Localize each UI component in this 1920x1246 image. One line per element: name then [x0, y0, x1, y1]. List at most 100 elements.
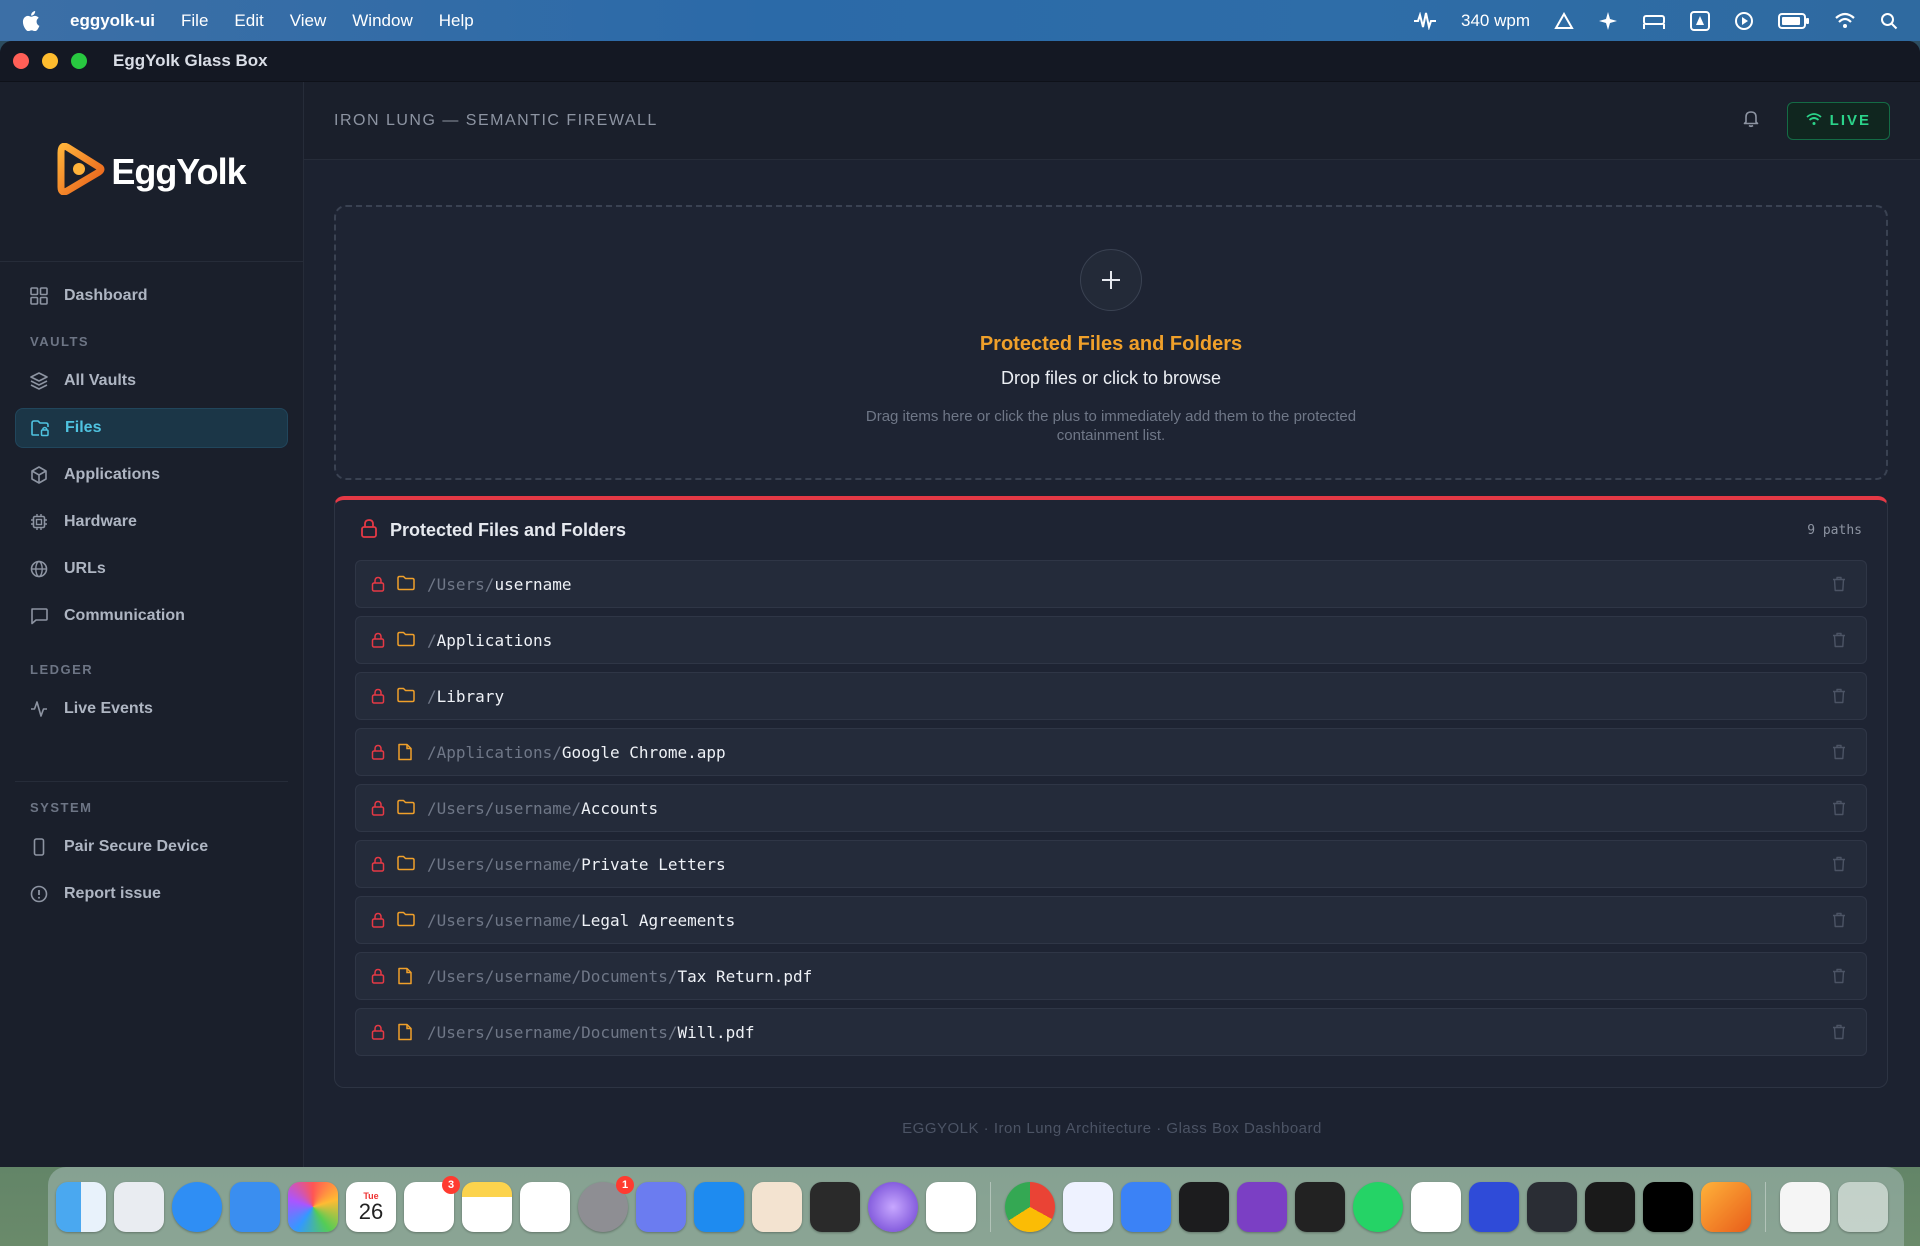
battery-icon[interactable]	[1778, 12, 1810, 30]
freeform-icon[interactable]	[520, 1181, 570, 1232]
sidebar-item-live-events[interactable]: Live Events	[15, 689, 288, 729]
launchpad-icon[interactable]	[114, 1181, 164, 1232]
reminders-icon[interactable]: 3	[404, 1175, 460, 1232]
protected-paths-panel: Protected Files and Folders 9 paths /Use…	[334, 496, 1888, 1088]
live-label: LIVE	[1829, 112, 1871, 129]
path-name: Tax Return.pdf	[677, 966, 813, 986]
table-row[interactable]: /Users/username/Documents/Tax Return.pdf	[355, 952, 1867, 1000]
table-row[interactable]: /Users/username/Private Letters	[355, 840, 1867, 888]
keychain-icon[interactable]	[1295, 1181, 1345, 1232]
sidebar-nav: Dashboard VAULTS All Vaults Files Applic…	[0, 262, 303, 914]
waveform-app-icon[interactable]	[1469, 1181, 1519, 1232]
dark-triangle-app-icon[interactable]	[1527, 1181, 1577, 1232]
spotlight-search-icon[interactable]	[1880, 12, 1898, 30]
trash-icon[interactable]	[1832, 688, 1846, 704]
minimize-window-button[interactable]	[42, 53, 58, 69]
sidebar-item-dashboard[interactable]: Dashboard	[15, 276, 288, 316]
sidebar-divider	[15, 781, 288, 782]
sidebar-item-report-issue[interactable]: Report issue	[15, 874, 288, 914]
menu-view[interactable]: View	[290, 11, 327, 31]
menu-file[interactable]: File	[181, 11, 208, 31]
dropzone-title: Protected Files and Folders	[979, 333, 1243, 355]
lock-icon	[371, 968, 385, 984]
play-circle-icon[interactable]	[1734, 11, 1754, 31]
trash-icon[interactable]	[1838, 1181, 1888, 1232]
mail-icon[interactable]	[230, 1181, 280, 1232]
trash-icon[interactable]	[1832, 576, 1846, 592]
dropzone-help-text: Drag items here or click the plus to imm…	[865, 408, 1357, 444]
menubar-app-name[interactable]: eggyolk-ui	[70, 11, 155, 31]
sidebar-item-label: All Vaults	[64, 372, 137, 389]
menu-edit[interactable]: Edit	[234, 11, 263, 31]
sidebar-item-urls[interactable]: URLs	[15, 549, 288, 589]
safari-icon[interactable]	[172, 1181, 222, 1232]
wifi-icon[interactable]	[1834, 12, 1856, 30]
sidebar-item-hardware[interactable]: Hardware	[15, 502, 288, 542]
system-settings-icon[interactable]: 1	[578, 1175, 634, 1232]
preview-icon[interactable]	[752, 1181, 802, 1232]
trash-icon[interactable]	[1832, 912, 1846, 928]
table-row[interactable]: /Users/username/Legal Agreements	[355, 896, 1867, 944]
cube-app-icon[interactable]	[1585, 1181, 1635, 1232]
close-window-button[interactable]	[13, 53, 29, 69]
calendar-icon[interactable]: Tue 26	[346, 1181, 396, 1232]
menu-window[interactable]: Window	[352, 11, 412, 31]
trash-icon[interactable]	[1832, 744, 1846, 760]
sidebar-item-applications[interactable]: Applications	[15, 455, 288, 495]
waveform-icon[interactable]	[1413, 11, 1437, 30]
folder-icon	[397, 855, 415, 873]
blender-icon[interactable]	[810, 1181, 860, 1232]
table-row[interactable]: /Users/username	[355, 560, 1867, 608]
gemini-icon[interactable]	[1063, 1181, 1113, 1232]
database-app-icon[interactable]	[1121, 1181, 1171, 1232]
trash-icon[interactable]	[1832, 632, 1846, 648]
zoom-window-button[interactable]	[71, 53, 87, 69]
whatsapp-icon[interactable]	[1353, 1181, 1403, 1232]
trash-icon[interactable]	[1832, 968, 1846, 984]
bell-icon[interactable]	[1741, 108, 1761, 133]
table-row[interactable]: /Applications/Google Chrome.app	[355, 728, 1867, 776]
apple-icon[interactable]	[22, 10, 40, 31]
finder-icon[interactable]	[56, 1181, 106, 1232]
path-name: Google Chrome.app	[561, 742, 726, 762]
triangle-icon[interactable]	[1554, 11, 1574, 30]
wpm-readout[interactable]: 340 wpm	[1461, 11, 1530, 31]
notes-icon[interactable]	[462, 1181, 512, 1232]
photos-icon[interactable]	[288, 1181, 338, 1232]
triangle-app-icon[interactable]	[1643, 1181, 1693, 1232]
orb-app-icon[interactable]	[868, 1181, 918, 1232]
trash-icon[interactable]	[1832, 856, 1846, 872]
sparkle-icon[interactable]	[1598, 11, 1618, 31]
sidebar-item-communication[interactable]: Communication	[15, 596, 288, 636]
reminders-badge: 3	[442, 1175, 460, 1194]
menu-help[interactable]: Help	[439, 11, 474, 31]
sidebar-item-label: Dashboard	[64, 287, 148, 304]
sidebar-item-label: URLs	[64, 560, 106, 577]
app-store-icon[interactable]	[1690, 10, 1710, 31]
sidebar-item-pair-device[interactable]: Pair Secure Device	[15, 827, 288, 867]
downloads-folder-icon[interactable]	[1780, 1181, 1830, 1232]
table-row[interactable]: / Applications	[355, 616, 1867, 664]
table-row[interactable]: / Library	[355, 672, 1867, 720]
bed-icon[interactable]	[1642, 12, 1666, 30]
cpu-icon	[30, 513, 48, 531]
table-row[interactable]: /Users/username/Accounts	[355, 784, 1867, 832]
table-row[interactable]: /Users/username/Documents/Will.pdf	[355, 1008, 1867, 1056]
simulator-icon[interactable]	[636, 1181, 686, 1232]
gmail-icon[interactable]	[926, 1181, 976, 1232]
terminal-icon[interactable]	[1179, 1181, 1229, 1232]
trash-icon[interactable]	[1832, 800, 1846, 816]
sidebar-item-files[interactable]: Files	[15, 408, 288, 448]
file-dropzone[interactable]: Protected Files and Folders Drop files o…	[334, 205, 1888, 480]
github-desktop-icon[interactable]	[1237, 1181, 1287, 1232]
eggyolk-app-icon[interactable]	[1701, 1181, 1751, 1232]
sidebar-item-all-vaults[interactable]: All Vaults	[15, 361, 288, 401]
window-titlebar[interactable]: EggYolk Glass Box	[0, 41, 1920, 82]
add-files-button[interactable]	[1080, 249, 1142, 311]
live-status-badge[interactable]: LIVE	[1786, 101, 1890, 140]
chrome-icon[interactable]	[1005, 1181, 1055, 1232]
cloud-app-icon[interactable]	[694, 1181, 744, 1232]
trash-icon[interactable]	[1832, 1024, 1846, 1040]
spreadsheet-icon[interactable]	[1411, 1181, 1461, 1232]
brand-logo[interactable]: EggYolk	[0, 82, 303, 262]
